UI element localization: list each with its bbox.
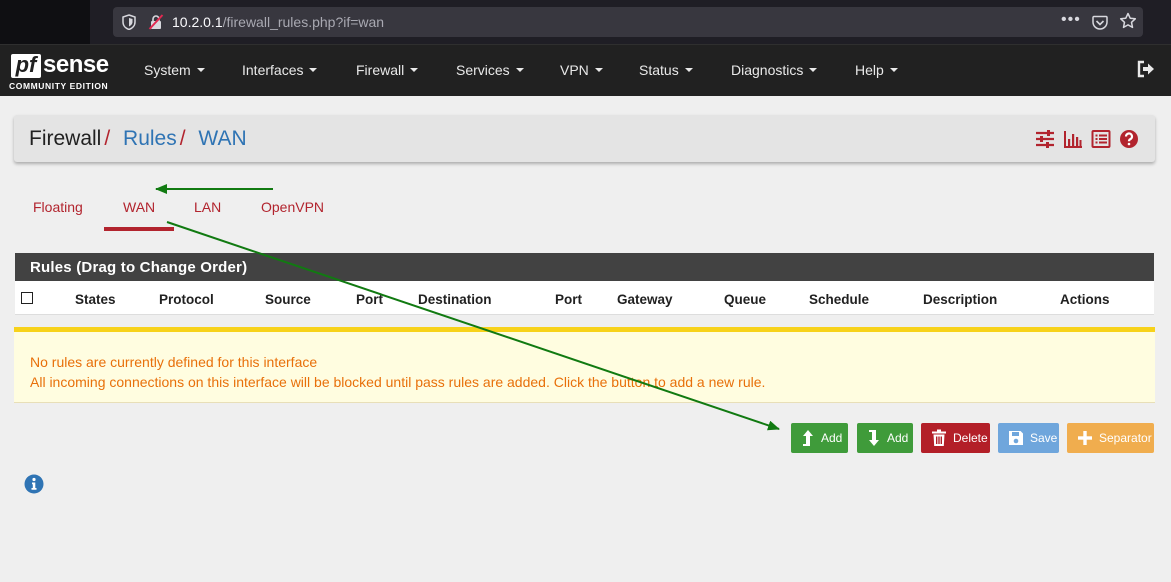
button-label: Add <box>887 431 909 445</box>
nav-vpn[interactable]: VPN <box>560 45 603 95</box>
button-label: Delete <box>953 431 988 445</box>
url-path: /firewall_rules.php?if=wan <box>222 14 385 30</box>
main-navbar: pf sense COMMUNITY EDITION System Interf… <box>0 44 1171 96</box>
button-label: Save <box>1030 431 1058 445</box>
col-protocol: Protocol <box>159 292 214 307</box>
nav-label: Diagnostics <box>731 62 804 78</box>
floppy-disk-icon <box>1009 431 1023 445</box>
url-text[interactable]: 10.2.0.1/firewall_rules.php?if=wan <box>172 14 384 30</box>
col-source-port: Port <box>356 292 383 307</box>
breadcrumb-rules-link[interactable]: Rules <box>123 127 177 150</box>
nav-label: Status <box>639 62 679 78</box>
logo-sense: sense <box>43 51 109 78</box>
nav-services[interactable]: Services <box>456 45 524 95</box>
info-icon[interactable] <box>24 474 44 494</box>
plus-icon <box>1078 431 1092 445</box>
nav-help[interactable]: Help <box>855 45 898 95</box>
caret-down-icon <box>309 68 318 72</box>
caret-down-icon <box>594 68 603 72</box>
nav-label: VPN <box>560 62 589 78</box>
notice-line-1: No rules are currently defined for this … <box>30 354 318 370</box>
add-separator-button[interactable]: Separator <box>1067 423 1154 453</box>
col-description: Description <box>923 292 998 307</box>
url-host: 10.2.0.1 <box>172 14 223 30</box>
sliders-icon[interactable] <box>1035 129 1055 149</box>
col-states: States <box>75 292 116 307</box>
page-actions-menu[interactable]: ••• <box>1061 11 1081 29</box>
pfsense-logo[interactable]: pf sense COMMUNITY EDITION <box>9 51 119 93</box>
caret-down-icon <box>809 68 818 72</box>
breadcrumb-separator: / <box>104 127 111 150</box>
caret-down-icon <box>684 68 693 72</box>
col-schedule: Schedule <box>809 292 870 307</box>
nav-label: Help <box>855 62 884 78</box>
tab-wan[interactable]: WAN <box>123 199 155 215</box>
tab-lan[interactable]: LAN <box>194 199 221 215</box>
shield-icon[interactable] <box>122 14 136 30</box>
nav-label: Services <box>456 62 510 78</box>
breadcrumb-actions <box>1035 129 1139 149</box>
save-button[interactable]: Save <box>998 423 1059 453</box>
rules-table-header: States Protocol Source Port Destination … <box>15 281 1154 315</box>
list-icon[interactable] <box>1091 129 1111 149</box>
arrow-down-icon <box>869 430 879 446</box>
caret-down-icon <box>196 68 205 72</box>
bookmark-star-icon[interactable] <box>1119 12 1137 30</box>
breadcrumb-panel: Firewall / Rules / WAN <box>14 115 1155 162</box>
nav-firewall[interactable]: Firewall <box>356 45 419 95</box>
nav-label: Firewall <box>356 62 405 78</box>
help-icon[interactable] <box>1119 129 1139 149</box>
browser-toolbar: 10.2.0.1/firewall_rules.php?if=wan ••• <box>0 0 1171 44</box>
bar-chart-icon[interactable] <box>1063 129 1083 149</box>
active-tab-indicator <box>104 227 174 231</box>
caret-down-icon <box>410 68 419 72</box>
button-label: Separator <box>1099 431 1152 445</box>
nav-interfaces[interactable]: Interfaces <box>242 45 318 95</box>
nav-status[interactable]: Status <box>639 45 693 95</box>
breadcrumb-wan-link[interactable]: WAN <box>198 127 246 150</box>
breadcrumb: Firewall / Rules / WAN <box>29 127 247 151</box>
col-gateway: Gateway <box>617 292 673 307</box>
col-queue: Queue <box>724 292 767 307</box>
nav-label: Interfaces <box>242 62 304 78</box>
rules-panel-title: Rules (Drag to Change Order) <box>15 253 1154 281</box>
breadcrumb-separator: / <box>179 127 186 150</box>
tab-floating[interactable]: Floating <box>33 199 83 215</box>
col-destination: Destination <box>418 292 492 307</box>
nav-diagnostics[interactable]: Diagnostics <box>731 45 818 95</box>
insecure-lock-icon[interactable] <box>148 14 164 30</box>
no-rules-notice: No rules are currently defined for this … <box>14 327 1155 403</box>
caret-down-icon <box>515 68 524 72</box>
trash-icon <box>932 429 946 446</box>
logo-pf: pf <box>11 54 41 78</box>
add-rule-top-button[interactable]: Add <box>791 423 848 453</box>
edition-label: COMMUNITY EDITION <box>9 81 109 91</box>
col-actions: Actions <box>1060 292 1110 307</box>
notice-line-2: All incoming connections on this interfa… <box>30 374 766 390</box>
button-label: Add <box>821 431 843 445</box>
tab-openvpn[interactable]: OpenVPN <box>261 199 324 215</box>
logout-icon[interactable] <box>1136 59 1156 79</box>
nav-system[interactable]: System <box>144 45 205 95</box>
delete-button[interactable]: Delete <box>921 423 990 453</box>
browser-toolbar-left <box>0 0 90 44</box>
arrow-up-icon <box>803 430 813 446</box>
col-destination-port: Port <box>555 292 582 307</box>
breadcrumb-root: Firewall <box>29 127 102 150</box>
add-rule-bottom-button[interactable]: Add <box>857 423 913 453</box>
pocket-icon[interactable] <box>1092 15 1108 30</box>
nav-label: System <box>144 62 191 78</box>
select-all-checkbox[interactable] <box>21 292 33 304</box>
col-source: Source <box>265 292 311 307</box>
caret-down-icon <box>889 68 898 72</box>
